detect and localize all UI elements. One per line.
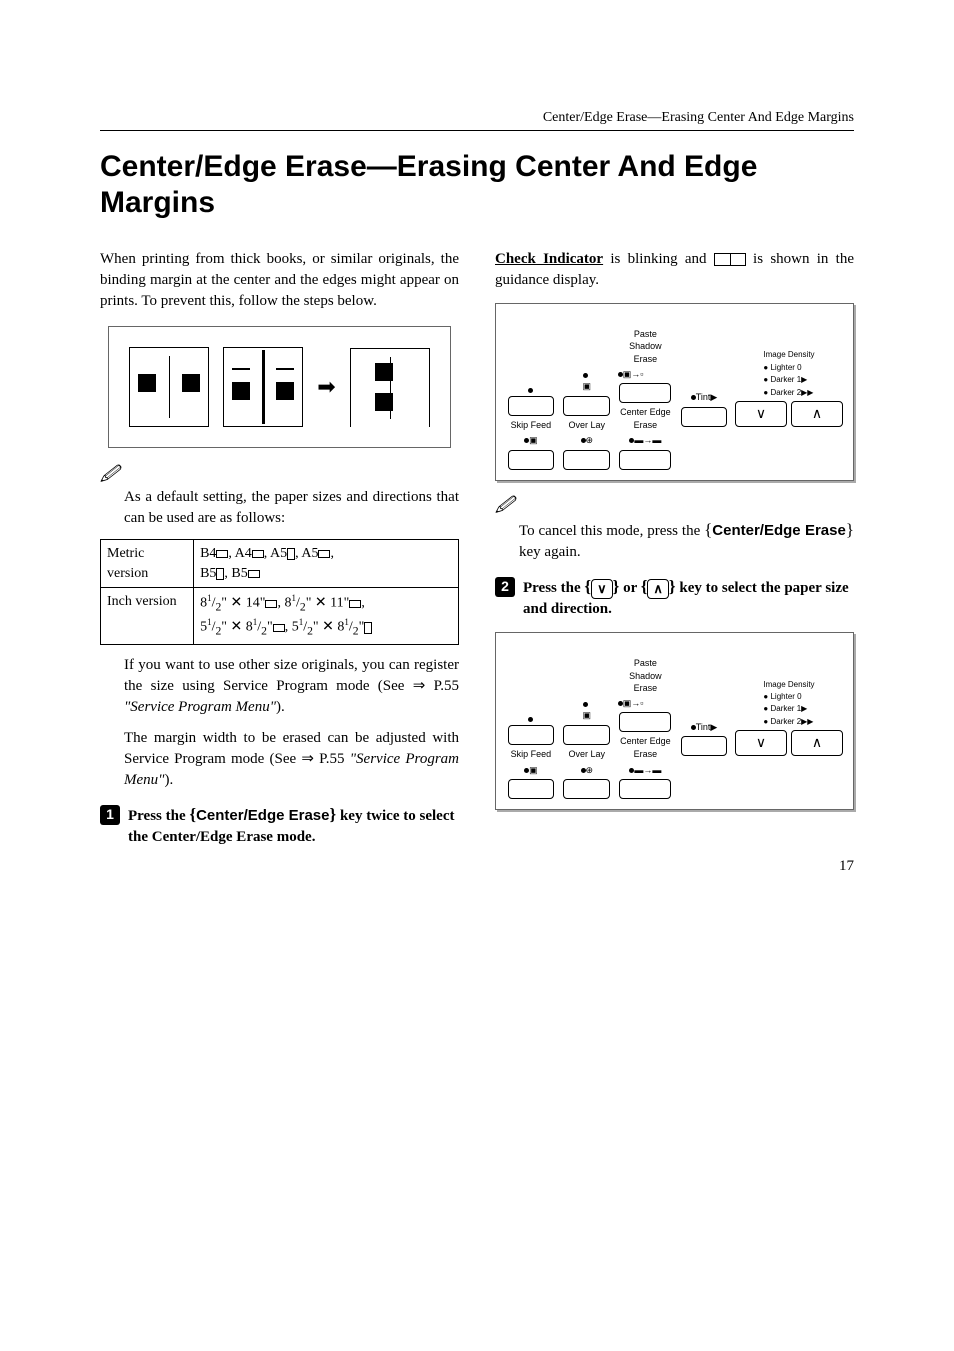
panel-button bbox=[508, 396, 555, 416]
book-figure: ➡ bbox=[108, 326, 451, 448]
panel-button bbox=[508, 779, 555, 799]
note-icon: 🖉 bbox=[495, 493, 854, 518]
panel-button bbox=[508, 725, 555, 745]
left-column: When printing from thick books, or simil… bbox=[100, 249, 459, 848]
density-labels: Image Density ● Lighter 0 ● Darker 1▶ ● … bbox=[763, 314, 814, 398]
check-indicator-text: Check Indicator is blinking and is shown… bbox=[495, 249, 854, 291]
cell-metric-sizes: B4, A4, A5, A5, B5, B5 bbox=[194, 540, 459, 588]
control-panel-figure-1: Skip Feed ▣ ▣ Over Lay ⊕ Paste Shadow Er… bbox=[495, 303, 854, 481]
density-labels: Image Density ● Lighter 0 ● Darker 1▶ ● … bbox=[763, 643, 814, 727]
up-key-icon: ∧ bbox=[647, 579, 669, 599]
right-column: Check Indicator is blinking and is shown… bbox=[495, 249, 854, 848]
header-text: Center/Edge Erase—Erasing Center And Edg… bbox=[100, 110, 854, 126]
arrow-icon: ➡ bbox=[317, 372, 335, 403]
up-button: ∧ bbox=[791, 401, 843, 427]
note3: The margin width to be erased can be adj… bbox=[124, 728, 459, 791]
panel-button bbox=[619, 383, 671, 403]
page-title: Center/Edge Erase—Erasing Center And Edg… bbox=[100, 149, 854, 221]
down-key-icon: ∨ bbox=[591, 579, 613, 599]
note2: If you want to use other size originals,… bbox=[124, 655, 459, 718]
panel-button bbox=[619, 712, 671, 732]
step-number-icon: 1 bbox=[100, 805, 120, 825]
table-row: Inch version 81/2" ✕ 14", 81/2" ✕ 11", 5… bbox=[101, 588, 459, 645]
down-button: ∨ bbox=[735, 401, 787, 427]
book-icon bbox=[129, 347, 209, 427]
note1: As a default setting, the paper sizes an… bbox=[124, 487, 459, 529]
panel-button bbox=[508, 450, 555, 470]
output-icon bbox=[350, 348, 430, 427]
panel-button bbox=[681, 736, 728, 756]
book-binding-icon bbox=[223, 347, 303, 427]
cell-inch-label: Inch version bbox=[101, 588, 194, 645]
panel-button bbox=[563, 725, 610, 745]
page-number: 17 bbox=[100, 858, 854, 875]
guidance-box-icon bbox=[714, 253, 746, 266]
cancel-note: To cancel this mode, press the {Center/E… bbox=[519, 518, 854, 563]
panel-button bbox=[563, 779, 610, 799]
intro-paragraph: When printing from thick books, or simil… bbox=[100, 249, 459, 312]
running-header: Center/Edge Erase—Erasing Center And Edg… bbox=[100, 110, 854, 131]
table-row: Metric version B4, A4, A5, A5, B5, B5 bbox=[101, 540, 459, 588]
note-icon: 🖉 bbox=[100, 462, 459, 487]
up-button: ∧ bbox=[791, 730, 843, 756]
panel-button bbox=[619, 779, 671, 799]
paper-size-table: Metric version B4, A4, A5, A5, B5, B5 In… bbox=[100, 539, 459, 645]
panel-button bbox=[563, 450, 610, 470]
panel-button bbox=[681, 407, 728, 427]
step-1: 1 Press the {Center/Edge Erase} key twic… bbox=[100, 803, 459, 848]
step2-text: Press the {∨} or {∧} key to select the p… bbox=[523, 575, 854, 620]
down-button: ∨ bbox=[735, 730, 787, 756]
cell-metric-label: Metric version bbox=[101, 540, 194, 588]
panel-button bbox=[619, 450, 671, 470]
control-panel-figure-2: Skip Feed ▣ ▣ Over Lay ⊕ Paste Shadow Er… bbox=[495, 632, 854, 810]
step-number-icon: 2 bbox=[495, 577, 515, 597]
step1-text: Press the {Center/Edge Erase} key twice … bbox=[128, 803, 459, 848]
cell-inch-sizes: 81/2" ✕ 14", 81/2" ✕ 11", 51/2" ✕ 81/2",… bbox=[194, 588, 459, 645]
panel-button bbox=[563, 396, 610, 416]
step-2: 2 Press the {∨} or {∧} key to select the… bbox=[495, 575, 854, 620]
